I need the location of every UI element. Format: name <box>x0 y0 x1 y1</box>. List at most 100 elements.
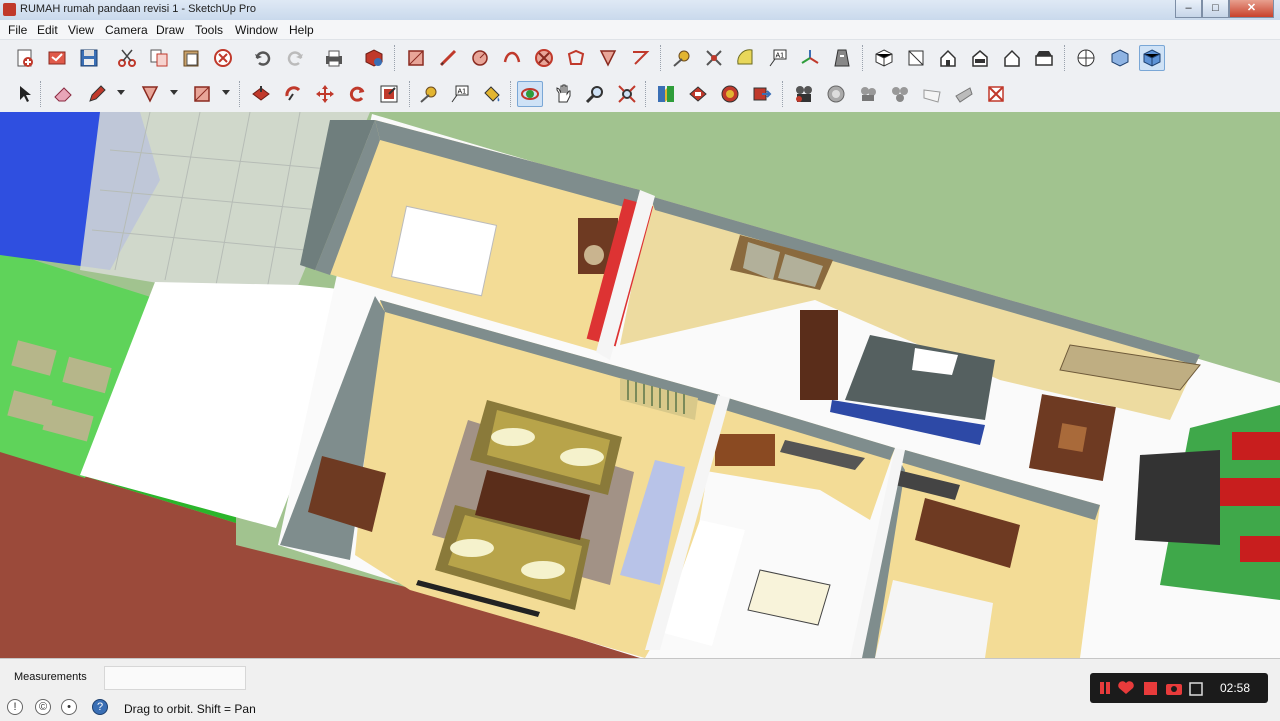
orbit-icon[interactable] <box>517 81 543 107</box>
components-icon[interactable] <box>653 81 679 107</box>
geo-location-icon[interactable]: ! <box>7 699 23 715</box>
erase-icon[interactable] <box>210 45 236 71</box>
expand-icon[interactable] <box>1189 682 1203 696</box>
materials-icon[interactable] <box>685 81 711 107</box>
menu-view[interactable]: View <box>68 23 94 37</box>
tape-icon[interactable] <box>416 81 442 107</box>
toolbar-separator <box>862 45 865 71</box>
save-icon[interactable] <box>76 45 102 71</box>
rotate-icon[interactable] <box>280 81 306 107</box>
top-view-icon[interactable] <box>903 45 929 71</box>
pause-icon[interactable] <box>1100 682 1110 694</box>
move-arrows-icon[interactable] <box>312 81 338 107</box>
toolbar-separator <box>409 81 412 107</box>
help-icon[interactable]: ? <box>92 699 108 715</box>
3d-viewport[interactable] <box>0 112 1280 658</box>
arc-icon[interactable] <box>499 45 525 71</box>
polygon-icon[interactable] <box>531 45 557 71</box>
smoove-icon[interactable] <box>919 81 945 107</box>
pencil-dropdown-arrow[interactable] <box>117 90 125 95</box>
wireframe-icon[interactable] <box>1107 45 1133 71</box>
shaded-icon[interactable] <box>1139 45 1165 71</box>
menu-window[interactable]: Window <box>235 23 278 37</box>
cut-icon[interactable] <box>44 45 70 71</box>
svg-text:A1: A1 <box>458 89 467 96</box>
toolbar-separator <box>782 81 785 107</box>
styles-icon[interactable] <box>717 81 743 107</box>
freehand-icon[interactable] <box>563 45 589 71</box>
circle-icon[interactable] <box>467 45 493 71</box>
rect-icon[interactable] <box>137 81 163 107</box>
scale-icon[interactable] <box>344 81 370 107</box>
sketchup-app-icon <box>3 3 16 16</box>
new-icon[interactable] <box>12 45 38 71</box>
right-view-icon[interactable] <box>967 45 993 71</box>
menu-draw[interactable]: Draw <box>156 23 184 37</box>
zoom-extents-icon[interactable] <box>614 81 640 107</box>
scissors-icon[interactable] <box>114 45 140 71</box>
toolbar-separator <box>239 81 242 107</box>
status-bar: Measurements ! © • ? Drag to orbit. Shif… <box>0 658 1280 721</box>
model-info-icon[interactable] <box>361 45 387 71</box>
text-label-icon[interactable]: A1 <box>447 81 473 107</box>
toolbar-separator <box>1064 45 1067 71</box>
user-icon[interactable]: • <box>61 699 77 715</box>
sandbox-icon[interactable] <box>887 81 913 107</box>
credits-icon[interactable]: © <box>35 699 51 715</box>
paste-icon[interactable] <box>178 45 204 71</box>
flip-edge-icon[interactable] <box>983 81 1009 107</box>
pencil-icon[interactable] <box>84 81 110 107</box>
eraser-icon[interactable] <box>50 81 76 107</box>
menu-help[interactable]: Help <box>289 23 314 37</box>
iso-view-icon[interactable] <box>871 45 897 71</box>
export-icon[interactable] <box>749 81 775 107</box>
push-pull-icon[interactable] <box>627 45 653 71</box>
stamp-icon[interactable] <box>951 81 977 107</box>
axes-icon[interactable] <box>797 45 823 71</box>
xray-icon[interactable] <box>1073 45 1099 71</box>
walk-icon[interactable] <box>791 81 817 107</box>
camera-icon[interactable] <box>1166 684 1182 695</box>
front-view-icon[interactable] <box>935 45 961 71</box>
draw-dropdown-arrow[interactable] <box>222 90 230 95</box>
close-button[interactable]: ✕ <box>1229 0 1274 18</box>
left-view-icon[interactable] <box>1031 45 1057 71</box>
toolbar-separator <box>40 81 43 107</box>
minimize-button[interactable]: – <box>1175 0 1202 18</box>
move-icon[interactable] <box>595 45 621 71</box>
pan-icon[interactable] <box>550 81 576 107</box>
follow-me-icon[interactable] <box>248 81 274 107</box>
zoom-icon[interactable] <box>582 81 608 107</box>
menu-file[interactable]: File <box>8 23 27 37</box>
rectangle-icon[interactable] <box>403 45 429 71</box>
3d-text-icon[interactable] <box>829 45 855 71</box>
measurements-input[interactable] <box>104 666 246 690</box>
offset-icon[interactable] <box>376 81 402 107</box>
redo-icon[interactable] <box>282 45 308 71</box>
window-title: RUMAH rumah pandaan revisi 1 - SketchUp … <box>20 3 256 15</box>
heart-icon[interactable] <box>1118 681 1134 694</box>
dimension-icon[interactable] <box>701 45 727 71</box>
push-icon[interactable] <box>189 81 215 107</box>
tape-measure-icon[interactable] <box>669 45 695 71</box>
menu-edit[interactable]: Edit <box>37 23 58 37</box>
look-around-icon[interactable] <box>823 81 849 107</box>
stop-icon[interactable] <box>1144 682 1157 695</box>
paint-bucket-icon[interactable] <box>479 81 505 107</box>
measurements-label: Measurements <box>14 671 87 683</box>
status-hint-text: Drag to orbit. Shift = Pan <box>124 702 256 716</box>
text-icon[interactable]: A1 <box>765 45 791 71</box>
maximize-button[interactable]: □ <box>1202 0 1229 18</box>
menu-camera[interactable]: Camera <box>105 23 148 37</box>
menu-tools[interactable]: Tools <box>195 23 223 37</box>
shapes-dropdown-arrow[interactable] <box>170 90 178 95</box>
line-icon[interactable] <box>435 45 461 71</box>
select-icon[interactable] <box>11 81 37 107</box>
back-view-icon[interactable] <box>999 45 1025 71</box>
print-icon[interactable] <box>321 45 347 71</box>
house-model-drawing <box>0 112 1280 658</box>
protractor-icon[interactable] <box>733 45 759 71</box>
copy-icon[interactable] <box>146 45 172 71</box>
position-camera-icon[interactable] <box>855 81 881 107</box>
undo-icon[interactable] <box>250 45 276 71</box>
